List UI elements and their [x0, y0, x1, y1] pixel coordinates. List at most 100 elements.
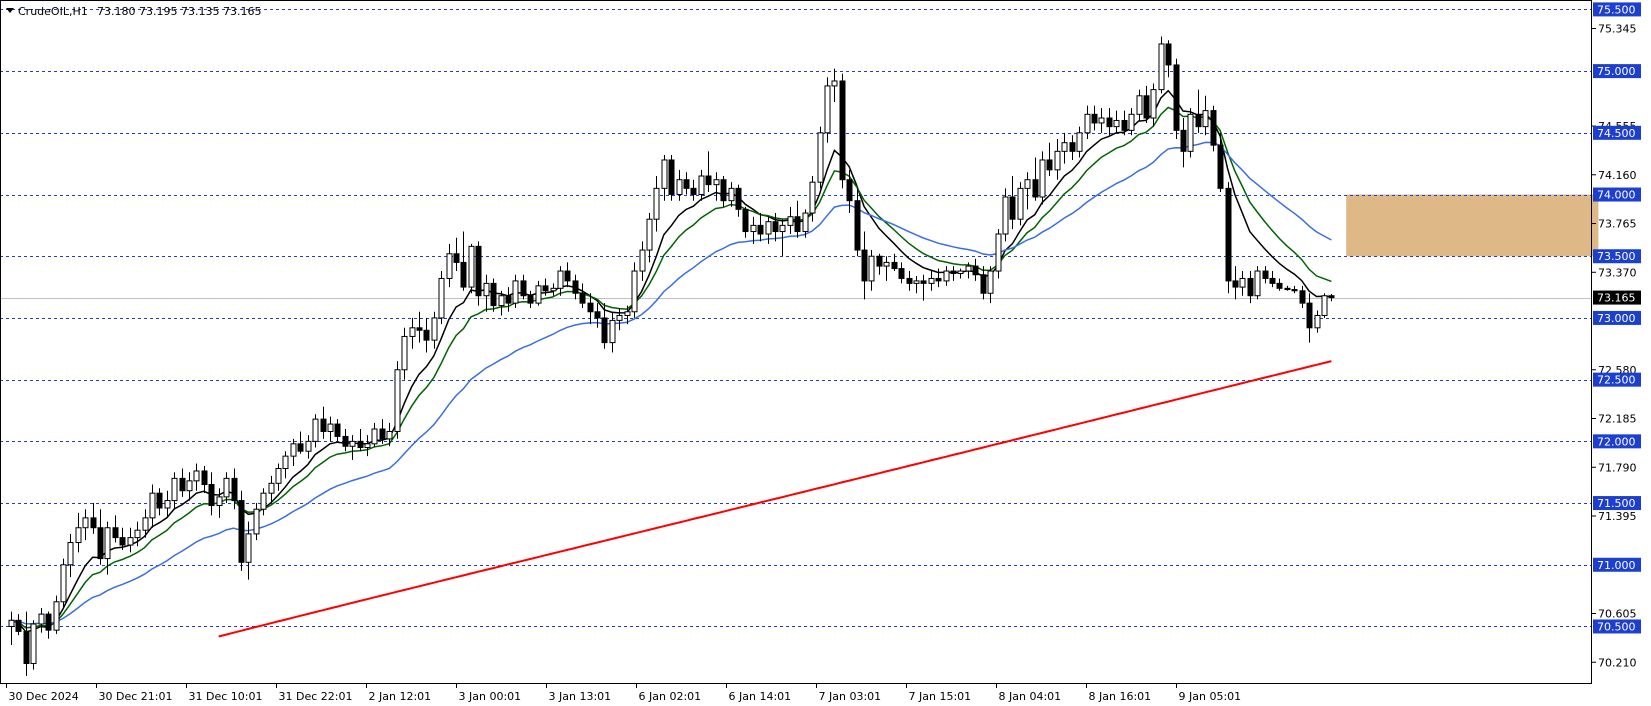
candle-body: [327, 423, 334, 432]
symbol-timeframe: CrudeOIL,H1: [18, 5, 88, 18]
candle-body: [705, 175, 712, 186]
candle-body: [824, 85, 831, 134]
candle-body: [572, 280, 579, 294]
candle-body: [1314, 314, 1321, 329]
price-tick-label: 70.210: [1598, 656, 1637, 669]
candle-body: [364, 443, 371, 449]
candle-body: [483, 282, 490, 297]
current-price-text: 73.165: [1597, 292, 1636, 305]
price-chart[interactable]: 75.34574.55574.16073.76573.37072.58072.1…: [0, 0, 1651, 706]
candle-body: [757, 224, 764, 235]
candle-body: [386, 430, 393, 440]
candle-body: [416, 327, 423, 331]
time-tick-label: 7 Jan 03:01: [819, 690, 882, 703]
candle-body: [320, 418, 327, 432]
candle-body: [698, 175, 705, 196]
candle: [1321, 293, 1328, 318]
candle-body: [653, 187, 660, 220]
candle-body: [520, 280, 527, 297]
candle: [631, 262, 638, 318]
candle-body: [1180, 129, 1187, 152]
candle-body: [290, 443, 297, 457]
candle-body: [1202, 110, 1209, 128]
supply-zone[interactable]: [1346, 194, 1599, 257]
candle-body: [104, 527, 111, 560]
candle-body: [1054, 150, 1061, 171]
candle: [30, 620, 37, 670]
candle-body: [453, 253, 460, 263]
candle-body: [468, 245, 475, 288]
candle-body: [193, 470, 200, 482]
candle-body: [142, 517, 149, 531]
candle-body: [15, 619, 22, 632]
candle-body: [579, 292, 586, 304]
candle: [1254, 266, 1261, 300]
candle-body: [156, 492, 163, 509]
candle-body: [1232, 280, 1239, 288]
candle-body: [1024, 179, 1031, 189]
candle-body: [342, 435, 349, 447]
level-price-text: 71.500: [1597, 497, 1636, 510]
candle-body: [928, 277, 935, 284]
candle-body: [1217, 144, 1224, 189]
candle-body: [1239, 277, 1246, 288]
candle-body: [97, 527, 104, 560]
candle-body: [409, 327, 416, 337]
candle-body: [164, 500, 171, 509]
candle-body: [868, 255, 875, 282]
candle-body: [765, 221, 772, 235]
candle-body: [8, 619, 15, 627]
level-price-text: 70.500: [1597, 620, 1636, 633]
candle-body: [1247, 277, 1254, 297]
candle-body: [1128, 113, 1135, 131]
candle-body: [1069, 142, 1076, 152]
candle-body: [401, 335, 408, 371]
candle-body: [550, 287, 557, 292]
candle-body: [438, 277, 445, 319]
candle-body: [1017, 187, 1024, 220]
candle-body: [631, 270, 638, 313]
candle-body: [112, 527, 119, 539]
candle: [1210, 105, 1217, 152]
candle-body: [1150, 89, 1157, 119]
candle-body: [817, 132, 824, 183]
candle-body: [950, 270, 957, 275]
candle-body: [231, 477, 238, 502]
candle-body: [690, 187, 697, 196]
candle-body: [779, 224, 786, 233]
candle-body: [67, 542, 74, 566]
candle-body: [512, 280, 519, 304]
level-price-text: 75.000: [1597, 65, 1636, 78]
time-tick-label: 2 Jan 12:01: [369, 690, 432, 703]
time-tick-label: 3 Jan 13:01: [549, 690, 612, 703]
candle: [839, 73, 846, 189]
candle-body: [1276, 282, 1283, 289]
candle-body: [1039, 159, 1046, 198]
candle: [995, 229, 1002, 279]
candle-body: [53, 601, 60, 631]
candle: [60, 558, 67, 608]
time-tick-label: 8 Jan 04:01: [999, 690, 1062, 703]
candle-body: [201, 470, 208, 486]
candle-body: [1046, 159, 1053, 171]
candle-body: [527, 295, 534, 304]
candle-body: [906, 277, 913, 284]
candle-body: [750, 224, 757, 233]
candle-body: [1262, 270, 1269, 279]
candle-body: [535, 285, 542, 304]
candle: [668, 155, 675, 201]
candle: [238, 490, 245, 571]
candle-body: [965, 265, 972, 272]
candle-body: [728, 187, 735, 202]
candle-body: [238, 500, 245, 563]
candle-body: [1002, 196, 1009, 235]
candle-body: [972, 265, 979, 276]
candle-body: [1032, 179, 1039, 198]
candle-body: [1113, 119, 1120, 128]
candle: [468, 243, 475, 294]
candle: [53, 595, 60, 634]
candle-body: [876, 255, 883, 267]
candle-body: [609, 319, 616, 344]
candle-body: [223, 477, 230, 498]
candle-body: [334, 423, 341, 437]
